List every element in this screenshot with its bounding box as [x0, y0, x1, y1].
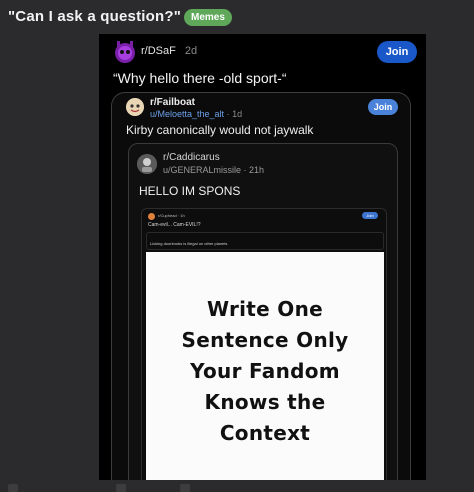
level3-avatar-icon: [137, 154, 157, 174]
level3-user-line: u/GENERALmissile · 21h: [163, 165, 265, 175]
bottom-action-bar: [0, 480, 474, 492]
meme-line: Sentence Only: [181, 327, 349, 352]
join-button[interactable]: Join: [377, 41, 417, 63]
flair-badge[interactable]: Memes: [184, 9, 232, 26]
level1-header: r/DSaF 2d Join: [113, 38, 417, 66]
level4-join-button[interactable]: Join: [362, 212, 378, 219]
screenshot-image: r/DSaF 2d Join “Why hello there -old spo…: [99, 34, 426, 480]
level2-text: Kirby canonically would not jaywalk: [126, 123, 314, 137]
post-header: "Can I ask a question?" Memes: [0, 0, 474, 34]
level3-age: 21h: [249, 165, 265, 175]
level1-text: “Why hello there -old sport-“: [113, 70, 287, 86]
level4-text: Cam-evil... Cam-EVIL!?: [148, 222, 201, 228]
comment-icon[interactable]: [116, 484, 126, 492]
upvote-icon[interactable]: [8, 484, 18, 492]
meme-line: Knows the: [204, 389, 326, 414]
level2-user[interactable]: u/Meloetta_the_alt: [150, 109, 224, 119]
level1-meta: r/DSaF 2d: [141, 45, 197, 57]
meme-line: Write One: [206, 296, 324, 321]
meme-line: Context: [219, 420, 311, 445]
post-title[interactable]: "Can I ask a question?": [8, 8, 181, 25]
level5-text: Licking doorknobs is illegal on other pl…: [150, 241, 228, 246]
level1-age: 2d: [184, 45, 198, 57]
level2-subreddit[interactable]: r/Failboat: [150, 97, 195, 108]
level4-meta: r/Cuphead · 1h: [158, 213, 185, 218]
level2-avatar: [126, 98, 144, 116]
level4-avatar: [148, 213, 155, 220]
level3-user[interactable]: u/GENERALmissile: [163, 165, 241, 175]
meme-line: Your Fandom: [190, 358, 340, 383]
level2-age: 1d: [232, 109, 243, 119]
crosspost-card-level5[interactable]: Licking doorknobs is illegal on other pl…: [146, 232, 384, 250]
crosspost-card-level2[interactable]: r/Failboat u/Meloetta_the_alt · 1d Join …: [111, 92, 411, 480]
meme-image[interactable]: Write One Sentence Only Your Fandom Know…: [146, 252, 384, 480]
level1-subreddit[interactable]: r/DSaF: [141, 45, 176, 57]
level3-text: HELLO IM SPONS: [139, 184, 241, 198]
snoo-avatar-icon[interactable]: [113, 40, 137, 64]
level2-join-button[interactable]: Join: [368, 99, 398, 115]
crosspost-card-level3[interactable]: r/Caddicarus u/GENERALmissile · 21h HELL…: [128, 143, 398, 480]
level2-user-line: u/Meloetta_the_alt · 1d: [150, 109, 243, 119]
face-icon: [126, 98, 144, 116]
crosspost-card-level4[interactable]: r/Cuphead · 1h Join Cam-evil... Cam-EVIL…: [141, 208, 387, 480]
level3-subreddit[interactable]: r/Caddicarus: [163, 152, 220, 163]
share-icon[interactable]: [180, 484, 190, 492]
